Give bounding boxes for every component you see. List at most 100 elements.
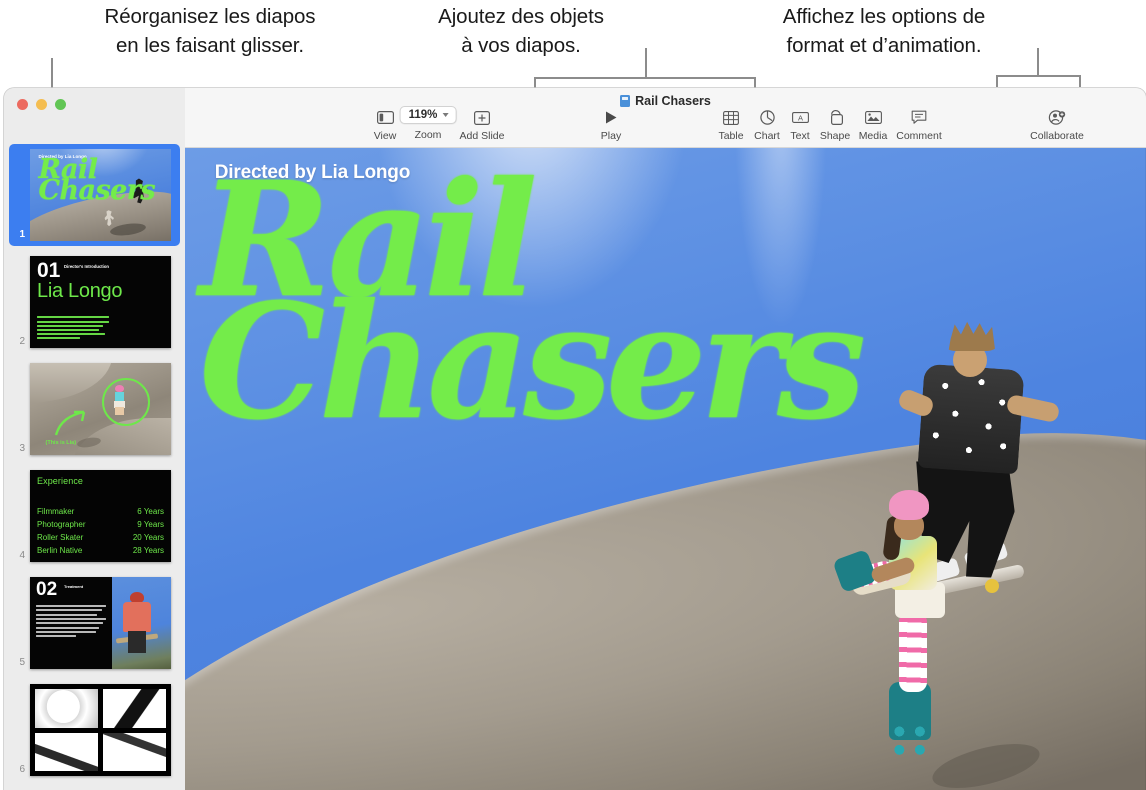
callout-line: en les faisant glisser. [116, 34, 304, 57]
comic-panel [102, 688, 167, 729]
slide-canvas[interactable]: Directed by Lia Longo Rail Chasers [185, 148, 1146, 790]
body-text-placeholder [37, 316, 109, 341]
slide-preview: 02 Treatment [30, 577, 171, 669]
slide-name: Lia Longo [37, 279, 123, 302]
treatment-text-column: 02 Treatment [30, 577, 112, 669]
document-title: Rail Chasers [635, 94, 711, 108]
experience-value: 9 Years [137, 520, 164, 529]
treatment-photo [111, 577, 171, 669]
experience-row: Photographer 9 Years [37, 518, 164, 531]
comic-panel [34, 688, 99, 729]
callout-line: Ajoutez des objets [438, 5, 604, 28]
slide-number: 1 [19, 229, 25, 240]
leader-line-3-bar [996, 75, 1080, 77]
document-icon [620, 95, 631, 107]
media-label: Media [858, 130, 888, 142]
zoom-control[interactable]: 119% [399, 106, 457, 124]
slide-kicker: Director's Introduction [64, 264, 109, 269]
graffiti-title: Rail Chasers [38, 154, 156, 207]
body-text-placeholder [36, 605, 106, 638]
experience-value: 6 Years [137, 507, 164, 516]
photo-icon [864, 108, 882, 127]
experience-label: Berlin Native [37, 546, 83, 555]
callout-format-animate: Affichez les options de format et d’anim… [712, 2, 1056, 60]
slide-number: 3 [19, 443, 25, 454]
collaborate-label: Collaborate [1030, 130, 1084, 142]
sidebar-icon [376, 108, 394, 127]
experience-row: Roller Skater 20 Years [37, 531, 164, 544]
leader-line-2-bar [534, 77, 755, 79]
play-button[interactable]: Play [579, 108, 643, 142]
experience-rows: Filmmaker 6 Years Photographer 9 Years R… [37, 505, 164, 557]
experience-label: Filmmaker [37, 507, 75, 516]
slide-thumbnail-3[interactable]: 3 (This is Lia) [4, 358, 185, 460]
callout-add-objects: Ajoutez des objets à vos diapos. [396, 2, 646, 60]
annotation-arrow [54, 410, 86, 435]
play-label: Play [600, 130, 622, 142]
slide-thumbnail-2[interactable]: 2 01 Director's Introduction Lia Longo [4, 251, 185, 353]
zoom-button[interactable] [55, 99, 66, 110]
slide-thumbnail-4[interactable]: 4 Experience Filmmaker 6 Years Photograp… [4, 465, 185, 567]
annotation-caption: (This is Lia) [45, 439, 77, 446]
slide-preview: Experience Filmmaker 6 Years Photographe… [30, 470, 171, 562]
callout-line: Affichez les options de [782, 5, 986, 28]
slide-preview: Directed by Lia Longo Rail Chasers [30, 149, 171, 241]
person-add-icon [1048, 108, 1066, 127]
callout-line: format et d’animation. [786, 34, 982, 57]
experience-value: 28 Years [132, 546, 164, 555]
slide-thumbnail-6[interactable]: 6 [4, 679, 185, 781]
add-slide-label: Add Slide [459, 130, 505, 142]
director-credit[interactable]: Directed by Lia Longo [215, 162, 411, 184]
toolbar: Rail Chasers View 119% Zoom Add Slide Pl… [185, 88, 1146, 148]
svg-text:A: A [797, 114, 802, 123]
comment-button[interactable]: Comment [887, 108, 951, 142]
experience-row: Berlin Native 28 Years [37, 544, 164, 557]
add-slide-button[interactable]: Add Slide [450, 108, 514, 142]
annotation-circle [101, 377, 150, 426]
keynote-window: 1 Directed by Lia Longo Rail Chasers 2 0… [4, 88, 1146, 790]
close-button[interactable] [17, 99, 28, 110]
screenshot-root: Réorganisez les diapos en les faisant gl… [0, 0, 1146, 790]
play-triangle-icon [604, 108, 618, 127]
comment-label: Comment [896, 130, 942, 142]
zoom-value: 119% [408, 109, 438, 121]
document-title-bar: Rail Chasers [185, 94, 1146, 108]
slide-thumbnail-1[interactable]: 1 Directed by Lia Longo Rail Chasers [4, 144, 185, 246]
slide-thumbnail-5[interactable]: 5 02 Treatment [4, 572, 185, 674]
experience-label: Photographer [37, 520, 86, 529]
plus-box-icon [474, 108, 490, 127]
collaborate-button[interactable]: Collaborate [1011, 108, 1103, 142]
speech-bubble-icon [911, 108, 927, 127]
experience-heading: Experience [37, 476, 84, 486]
view-label: View [373, 130, 397, 142]
slide-number: 5 [19, 657, 25, 668]
skater-figure [116, 591, 159, 654]
slide-number: 6 [19, 764, 25, 775]
experience-row: Filmmaker 6 Years [37, 505, 164, 518]
leader-line-3-right-tick [1079, 75, 1081, 87]
slide-thumbnail-list: 1 Directed by Lia Longo Rail Chasers 2 0… [4, 144, 185, 786]
slide-preview: 01 Director's Introduction Lia Longo [30, 256, 171, 348]
leader-line-2-stem [645, 48, 647, 78]
callout-line: Réorganisez les diapos [104, 5, 316, 28]
comic-panel [34, 731, 99, 772]
leader-line-3-stem [1037, 48, 1039, 76]
roller-skater-figure [832, 490, 1045, 790]
slide-preview: (This is Lia) [30, 363, 171, 455]
chevron-down-icon [442, 113, 449, 117]
experience-label: Roller Skater [37, 533, 84, 542]
slide-number: 4 [19, 550, 25, 561]
slide-navigator[interactable]: 1 Directed by Lia Longo Rail Chasers 2 0… [4, 88, 185, 790]
zoom-label: Zoom [414, 129, 442, 141]
slide-preview [30, 684, 171, 776]
comic-grid [34, 688, 167, 772]
comic-panel [102, 731, 167, 772]
leader-line-3-left-tick [996, 75, 998, 87]
window-controls [17, 99, 66, 110]
minimize-button[interactable] [36, 99, 47, 110]
callout-line: à vos diapos. [461, 34, 581, 57]
callout-reorder-slides: Réorganisez les diapos en les faisant gl… [40, 2, 380, 60]
slide-kicker: Treatment [64, 584, 84, 589]
experience-value: 20 Years [132, 533, 164, 542]
slide-number: 2 [19, 336, 25, 347]
